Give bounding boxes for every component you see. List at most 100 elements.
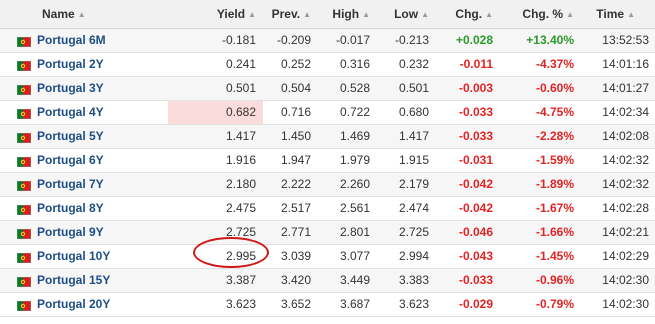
chg-cell: -0.033 — [436, 268, 501, 293]
chg-cell: -0.011 — [436, 52, 501, 77]
portugal-flag-icon — [16, 228, 32, 240]
bond-name-link[interactable]: Portugal 3Y — [37, 81, 104, 95]
flag-cell — [0, 268, 37, 293]
prev-cell: 2.222 — [263, 172, 319, 197]
bond-name-link[interactable]: Portugal 9Y — [37, 225, 104, 239]
bond-name-link[interactable]: Portugal 7Y — [37, 177, 104, 191]
bond-name-link[interactable]: Portugal 15Y — [37, 273, 110, 287]
chg-cell: -0.042 — [436, 172, 501, 197]
time-cell: 14:02:34 — [581, 100, 655, 125]
flag-cell — [0, 28, 37, 53]
sort-arrows-icon: ▲ — [627, 9, 636, 19]
table-row[interactable]: Portugal 20Y 3.623 3.652 3.687 3.623 -0.029 -0… — [0, 292, 655, 317]
column-header-prev[interactable]: Prev. ▲ — [263, 0, 319, 29]
chg-pct-cell: -1.67% — [500, 196, 582, 221]
table-header-row: Name ▲︎ Yield ▲ Prev. ▲ High ▲ Low ▲ Chg. ▲ Ch… — [0, 0, 655, 29]
low-cell: 0.501 — [377, 76, 437, 101]
bond-name-link[interactable]: Portugal 8Y — [37, 201, 104, 215]
column-header-time[interactable]: Time ▲ — [581, 0, 655, 29]
bond-name-link[interactable]: Portugal 20Y — [37, 297, 110, 311]
column-header-label: Low — [394, 6, 419, 21]
table-row[interactable]: Portugal 6M -0.181 -0.209 -0.017 -0.213 +0.02… — [0, 28, 655, 53]
yield-cell: 1.417 — [168, 124, 264, 149]
column-header-high[interactable]: High ▲ — [318, 0, 378, 29]
portugal-flag-icon — [16, 108, 32, 120]
bond-name-link[interactable]: Portugal 2Y — [37, 57, 104, 71]
table-row[interactable]: Portugal 8Y 2.475 2.517 2.561 2.474 -0.042 -1.… — [0, 196, 655, 221]
table-row[interactable]: Portugal 3Y 0.501 0.504 0.528 0.501 -0.003 -0.… — [0, 76, 655, 101]
time-cell: 14:01:16 — [581, 52, 655, 77]
chg-cell: -0.043 — [436, 244, 501, 269]
yield-cell: 2.725 — [168, 220, 264, 245]
time-cell: 14:02:21 — [581, 220, 655, 245]
chg-cell: -0.033 — [436, 100, 501, 125]
table-row[interactable]: Portugal 7Y 2.180 2.222 2.260 2.179 -0.042 -1.… — [0, 172, 655, 197]
time-cell: 14:02:30 — [581, 268, 655, 293]
name-cell: Portugal 15Y — [37, 268, 169, 293]
high-cell: 0.528 — [318, 76, 378, 101]
bond-name-link[interactable]: Portugal 10Y — [37, 249, 110, 263]
prev-cell: 3.039 — [263, 244, 319, 269]
sort-arrows-icon: ▲ — [303, 9, 312, 19]
low-cell: 0.232 — [377, 52, 437, 77]
chg-pct-cell: -0.60% — [500, 76, 582, 101]
chg-pct-cell: -0.79% — [500, 292, 582, 317]
chg-pct-cell: -1.89% — [500, 172, 582, 197]
high-cell: 3.077 — [318, 244, 378, 269]
table-row[interactable]: Portugal 5Y 1.417 1.450 1.469 1.417 -0.033 -2.… — [0, 124, 655, 149]
chg-cell: -0.029 — [436, 292, 501, 317]
bond-name-link[interactable]: Portugal 5Y — [37, 129, 104, 143]
flag-cell — [0, 196, 37, 221]
portugal-flag-icon — [16, 204, 32, 216]
name-cell: Portugal 6M — [37, 28, 169, 53]
column-header-chg-pct[interactable]: Chg. % ▲ — [500, 0, 582, 29]
column-header-label: Chg. % — [522, 6, 564, 21]
bond-name-link[interactable]: Portugal 4Y — [37, 105, 104, 119]
yield-cell: 0.501 — [168, 76, 264, 101]
time-cell: 14:02:29 — [581, 244, 655, 269]
time-cell: 14:02:30 — [581, 292, 655, 317]
name-cell: Portugal 2Y — [37, 52, 169, 77]
bond-name-link[interactable]: Portugal 6M — [37, 33, 106, 47]
table-row[interactable]: Portugal 4Y 0.682 0.716 0.722 0.680 -0.033 -4.… — [0, 100, 655, 125]
table-row[interactable]: Portugal 2Y 0.241 0.252 0.316 0.232 -0.011 -4.… — [0, 52, 655, 77]
yield-cell: 1.916 — [168, 148, 264, 173]
portugal-flag-icon — [16, 84, 32, 96]
high-cell: 0.722 — [318, 100, 378, 125]
flag-cell — [0, 148, 37, 173]
yield-cell: 3.387 — [168, 268, 264, 293]
name-cell: Portugal 8Y — [37, 196, 169, 221]
prev-cell: 0.504 — [263, 76, 319, 101]
prev-cell: 2.771 — [263, 220, 319, 245]
time-cell: 14:02:32 — [581, 148, 655, 173]
table-row[interactable]: Portugal 9Y 2.725 2.771 2.801 2.725 -0.046 -1.… — [0, 220, 655, 245]
time-cell: 13:52:53 — [581, 28, 655, 53]
portugal-flag-icon — [16, 132, 32, 144]
high-cell: -0.017 — [318, 28, 378, 53]
column-header-label: Chg. — [455, 6, 483, 21]
column-header-chg[interactable]: Chg. ▲ — [436, 0, 501, 29]
prev-cell: 1.947 — [263, 148, 319, 173]
low-cell: 2.179 — [377, 172, 437, 197]
chg-cell: -0.046 — [436, 220, 501, 245]
high-cell: 2.801 — [318, 220, 378, 245]
chg-pct-cell: -1.45% — [500, 244, 582, 269]
flag-cell — [0, 172, 37, 197]
chg-pct-cell: -2.28% — [500, 124, 582, 149]
high-cell: 2.260 — [318, 172, 378, 197]
column-header-name[interactable]: Name ▲︎ — [0, 0, 169, 29]
chg-pct-cell: +13.40% — [500, 28, 582, 53]
prev-cell: 1.450 — [263, 124, 319, 149]
column-header-low[interactable]: Low ▲ — [377, 0, 437, 29]
column-header-yield[interactable]: Yield ▲ — [168, 0, 264, 29]
flag-cell — [0, 124, 37, 149]
low-cell: -0.213 — [377, 28, 437, 53]
chg-pct-cell: -1.59% — [500, 148, 582, 173]
table-row[interactable]: Portugal 15Y 3.387 3.420 3.449 3.383 -0.033 -0… — [0, 268, 655, 293]
table-row[interactable]: Portugal 10Y 2.995 3.039 3.077 2.994 -0.043 -1… — [0, 244, 655, 269]
bond-name-link[interactable]: Portugal 6Y — [37, 153, 104, 167]
prev-cell: 0.252 — [263, 52, 319, 77]
table-row[interactable]: Portugal 6Y 1.916 1.947 1.979 1.915 -0.031 -1.… — [0, 148, 655, 173]
portugal-flag-icon — [16, 252, 32, 264]
time-cell: 14:02:32 — [581, 172, 655, 197]
